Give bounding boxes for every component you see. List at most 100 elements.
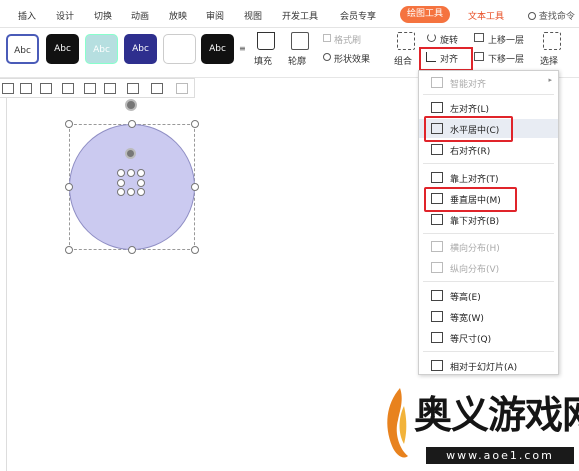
combine-icon <box>397 32 415 50</box>
align-bottom-icon <box>431 214 443 225</box>
shape-style-3[interactable]: Abc <box>85 34 118 64</box>
align-right-icon <box>431 144 443 155</box>
menu-item-align-left[interactable]: 左对齐(L) <box>419 98 558 117</box>
same-height-icon <box>431 290 443 301</box>
menu-item-same-width[interactable]: 等宽(W) <box>419 307 558 326</box>
inner-resize-handle[interactable] <box>117 188 125 196</box>
smart-align-icon <box>431 77 443 88</box>
resize-handle[interactable] <box>65 246 73 254</box>
align-top-icon <box>431 172 443 183</box>
align-left-icon <box>431 102 443 113</box>
tab-text-tools[interactable]: 文本工具 <box>468 9 504 22</box>
rotate-handle-icon[interactable] <box>125 99 137 111</box>
menu-item-align-right[interactable]: 右对齐(R) <box>419 140 558 159</box>
search-label: 查找命令 <box>538 12 575 22</box>
resize-handle[interactable] <box>191 246 199 254</box>
bring-forward-button[interactable]: 上移一层 <box>488 33 524 46</box>
search-icon <box>528 12 536 20</box>
align-middle-icon[interactable] <box>84 83 96 94</box>
send-backward-button[interactable]: 下移一层 <box>488 52 524 65</box>
tab-view[interactable]: 视图 <box>244 9 262 22</box>
tab-drawing-tools[interactable]: 绘图工具 <box>400 6 450 23</box>
tab-design[interactable]: 设计 <box>56 9 74 22</box>
align-left-icon[interactable] <box>2 83 14 94</box>
inner-resize-handle[interactable] <box>127 169 135 177</box>
flame-logo-icon <box>387 388 408 458</box>
distribute-h-icon <box>431 241 443 252</box>
align-right-icon[interactable] <box>40 83 52 94</box>
shape-style-1[interactable]: Abc <box>6 34 39 64</box>
inner-resize-handle[interactable] <box>137 179 145 187</box>
menu-item-smart-align[interactable]: 智能对齐 ▸ <box>419 73 558 92</box>
inner-resize-handle[interactable] <box>117 169 125 177</box>
tab-developer[interactable]: 开发工具 <box>282 9 318 22</box>
resize-handle[interactable] <box>191 183 199 191</box>
select-button[interactable]: 选择 <box>540 54 558 67</box>
fill-icon <box>257 32 275 50</box>
distribute-v-icon[interactable] <box>151 83 163 94</box>
send-backward-icon <box>474 52 484 61</box>
inner-resize-handle[interactable] <box>137 169 145 177</box>
tab-member[interactable]: 会员专享 <box>340 9 376 22</box>
watermark-url: www.aoe1.com <box>426 447 574 464</box>
bring-forward-icon <box>474 33 484 42</box>
tab-transition[interactable]: 切换 <box>94 9 112 22</box>
relative-slide-icon <box>431 360 443 371</box>
distribute-h-icon[interactable] <box>127 83 139 94</box>
menu-item-align-top[interactable]: 靠上对齐(T) <box>419 168 558 187</box>
menu-item-same-size[interactable]: 等尺寸(Q) <box>419 328 558 347</box>
styles-more-icon[interactable]: ≡ <box>239 44 246 53</box>
menu-item-distribute-horizontal[interactable]: 横向分布(H) <box>419 237 558 256</box>
inner-resize-handle[interactable] <box>127 188 135 196</box>
menu-item-distribute-vertical[interactable]: 纵向分布(V) <box>419 258 558 277</box>
rotate-icon <box>427 33 436 42</box>
same-width-icon <box>431 311 443 322</box>
rotate-button[interactable]: 旋转 <box>440 33 458 46</box>
inner-resize-handle[interactable] <box>137 188 145 196</box>
tab-slideshow[interactable]: 放映 <box>169 9 187 22</box>
tab-review[interactable]: 审阅 <box>206 9 224 22</box>
resize-handle[interactable] <box>128 246 136 254</box>
format-brush-button[interactable]: 格式刷 <box>334 33 361 46</box>
menu-separator <box>423 281 554 282</box>
search-command[interactable]: 查找命令 <box>528 9 575 22</box>
same-size-icon <box>431 332 443 343</box>
watermark-logo: 奥义游戏网 www.aoe1.com <box>382 380 579 468</box>
submenu-arrow-icon: ▸ <box>548 76 552 84</box>
menu-item-align-bottom[interactable]: 靠下对齐(B) <box>419 210 558 229</box>
inner-rotate-handle-icon[interactable] <box>125 148 136 159</box>
inner-resize-handle[interactable] <box>117 179 125 187</box>
align-center-highlight <box>424 116 513 142</box>
align-bottom-icon[interactable] <box>104 83 116 94</box>
quick-align-bar <box>0 78 195 98</box>
align-center-icon[interactable] <box>20 83 32 94</box>
format-brush-icon <box>323 34 331 42</box>
menu-item-same-height[interactable]: 等高(E) <box>419 286 558 305</box>
anchor-icon[interactable] <box>176 83 188 94</box>
menu-separator <box>423 351 554 352</box>
menu-item-relative-to-slide[interactable]: 相对于幻灯片(A) <box>419 356 558 375</box>
shape-style-2[interactable]: Abc <box>46 34 79 64</box>
ribbon-tab-bar: 插入 设计 切换 动画 放映 审阅 视图 开发工具 会员专享 绘图工具 文本工具… <box>0 0 579 28</box>
slide-edge <box>6 98 7 471</box>
combine-button[interactable]: 组合 <box>394 54 412 67</box>
tab-animation[interactable]: 动画 <box>131 9 149 22</box>
shape-style-6[interactable]: Abc <box>201 34 234 64</box>
resize-handle[interactable] <box>65 120 73 128</box>
fill-button[interactable]: 填充 <box>254 54 272 67</box>
shape-effect-button[interactable]: 形状效果 <box>334 52 370 65</box>
watermark-text: 奥义游戏网 <box>414 392 579 437</box>
resize-handle[interactable] <box>65 183 73 191</box>
align-button-highlight <box>419 47 473 71</box>
shape-effect-icon <box>323 53 331 61</box>
outline-icon <box>291 32 309 50</box>
shape-style-4[interactable]: Abc <box>124 34 157 64</box>
align-top-icon[interactable] <box>62 83 74 94</box>
resize-handle[interactable] <box>191 120 199 128</box>
resize-handle[interactable] <box>128 120 136 128</box>
tab-insert[interactable]: 插入 <box>18 9 36 22</box>
menu-separator <box>423 233 554 234</box>
shape-style-5[interactable] <box>163 34 196 64</box>
outline-button[interactable]: 轮廓 <box>288 54 306 67</box>
circle-shape[interactable] <box>69 124 195 250</box>
